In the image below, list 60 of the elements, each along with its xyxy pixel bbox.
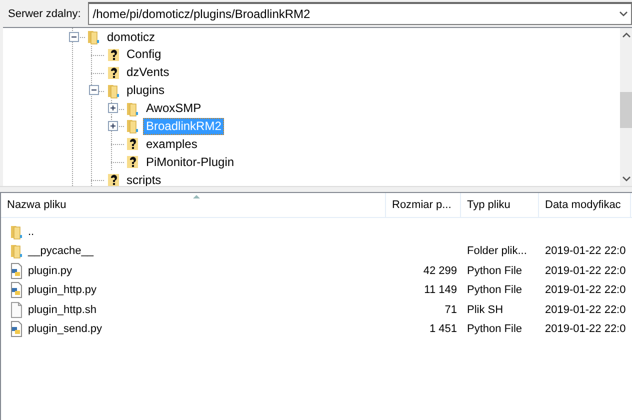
unknown-folder-icon: [106, 172, 122, 186]
expand-icon[interactable]: [108, 103, 119, 114]
tree-item[interactable]: domoticz: [104, 28, 158, 46]
address-label: Serwer zdalny:: [7, 8, 82, 20]
vertical-scrollbar[interactable]: [620, 28, 632, 186]
column-header[interactable]: Data modyfikac: [539, 193, 631, 217]
file-size: 71: [444, 304, 457, 316]
modified-date: 2019-01-22 22:0: [545, 284, 626, 296]
python-file-icon: [9, 282, 25, 298]
folder-icon: [125, 118, 141, 134]
collapse-icon[interactable]: [69, 32, 80, 42]
scroll-down-icon[interactable]: [622, 176, 630, 182]
folder-icon: [86, 29, 102, 45]
scroll-thumb[interactable]: [620, 92, 632, 128]
scroll-up-icon[interactable]: [622, 32, 630, 38]
folder-icon: [125, 100, 141, 117]
tree-item[interactable]: AwoxSMP: [143, 100, 204, 118]
tree-guide-lines: [72, 135, 126, 154]
file-name[interactable]: plugin_send.py: [28, 323, 102, 336]
folder-icon: [9, 243, 25, 260]
expand-icon[interactable]: [108, 120, 119, 132]
file-name[interactable]: plugin_http.sh: [28, 304, 96, 316]
tree-item[interactable]: Config: [124, 46, 164, 64]
file-type: Python File: [467, 284, 522, 296]
folder-icon: [9, 224, 25, 240]
file-size: 11 149: [424, 284, 457, 296]
file-type: Folder plik...: [467, 245, 527, 258]
file-type: Python File: [467, 323, 522, 336]
unknown-folder-icon: [106, 64, 122, 81]
column-header[interactable]: Rozmiar p...: [386, 193, 461, 217]
file-name[interactable]: plugin_http.py: [28, 284, 96, 296]
path-combobox[interactable]: /home/pi/domoticz/plugins/BroadlinkRM2: [88, 2, 632, 25]
unknown-folder-icon: [125, 136, 141, 152]
folder-icon: [106, 82, 122, 99]
tree-item[interactable]: scripts: [124, 172, 164, 186]
chevron-down-icon[interactable]: [619, 11, 628, 17]
file-name[interactable]: __pycache__: [28, 245, 94, 258]
modified-date: 2019-01-22 22:0: [545, 264, 626, 277]
collapse-icon[interactable]: [88, 85, 100, 96]
tree-item[interactable]: PiMonitor-Plugin: [143, 154, 238, 171]
python-file-icon: [9, 262, 25, 279]
tree-item[interactable]: dzVents: [124, 64, 172, 82]
file-name[interactable]: plugin.py: [28, 264, 72, 277]
modified-date: 2019-01-22 22:0: [545, 304, 626, 316]
file-size: 1 451: [429, 323, 457, 336]
file-icon: [9, 302, 25, 318]
tree-guide-lines: [72, 64, 106, 82]
file-type: Plik SH: [467, 304, 504, 316]
column-header[interactable]: Typ pliku: [461, 193, 539, 217]
tree-item[interactable]: plugins: [124, 82, 168, 100]
file-name[interactable]: ..: [28, 226, 34, 238]
python-file-icon: [9, 321, 25, 338]
modified-date: 2019-01-22 22:0: [545, 323, 626, 336]
file-type: Python File: [467, 264, 522, 277]
unknown-folder-icon: [106, 46, 122, 63]
tree-item[interactable]: examples: [143, 136, 200, 153]
modified-date: 2019-01-22 22:0: [545, 245, 626, 258]
tree-guide-lines: [72, 117, 126, 136]
unknown-folder-icon: [125, 154, 141, 170]
file-size: 42 299: [423, 264, 457, 277]
